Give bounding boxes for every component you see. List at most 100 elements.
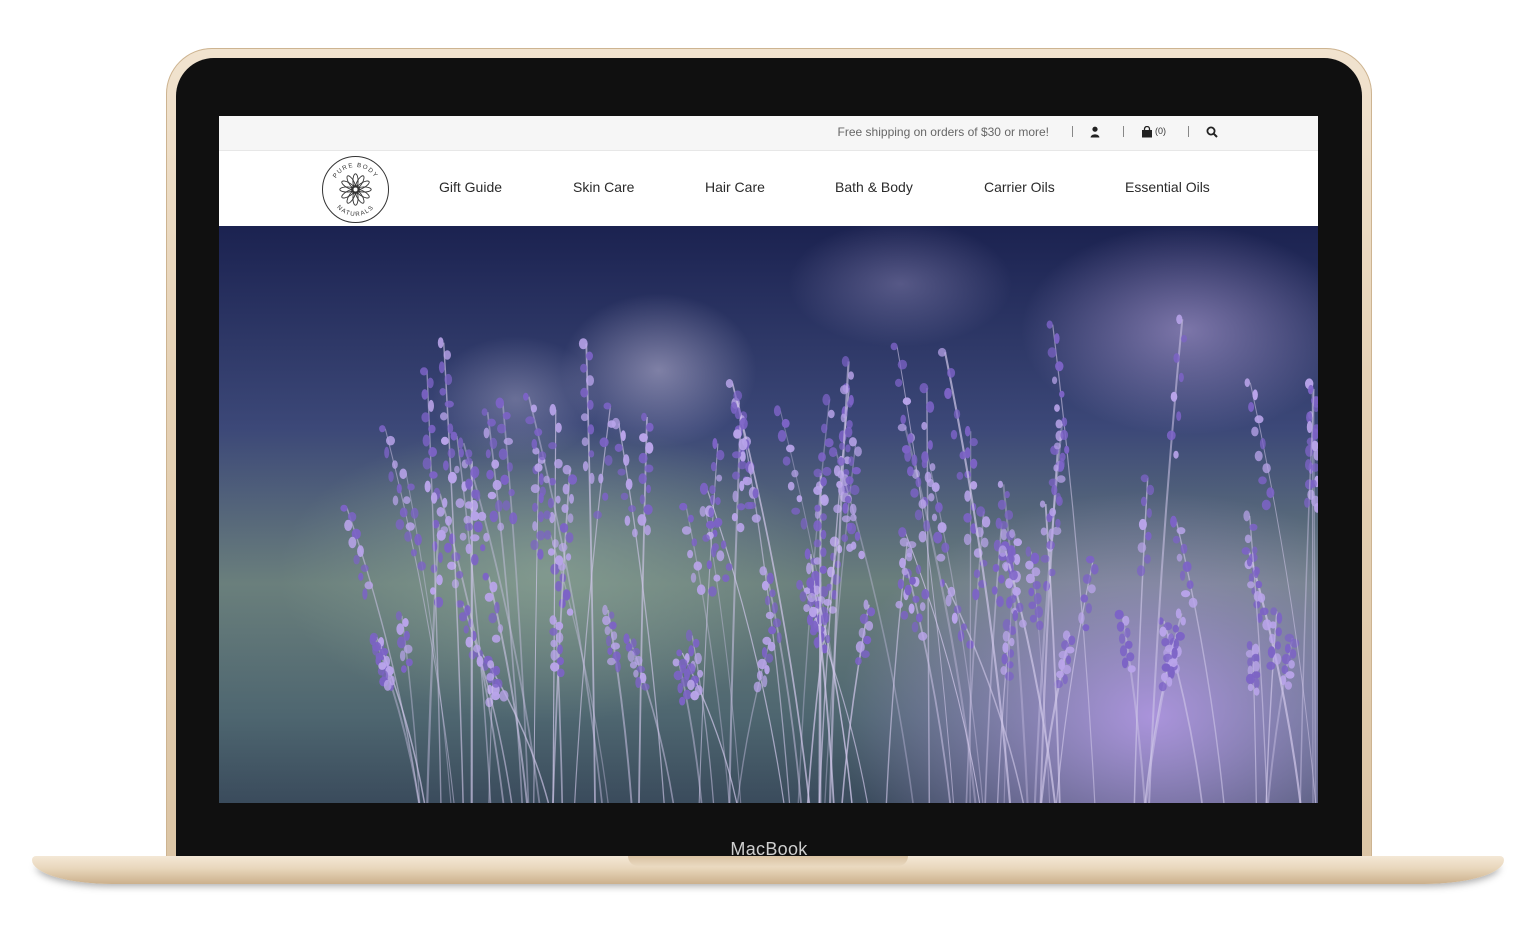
lavender-bud: [523, 392, 529, 401]
lavender-bud: [1161, 672, 1168, 682]
lavender-bud: [580, 413, 589, 422]
lavender-bud: [399, 507, 408, 518]
lavender-bud: [828, 447, 838, 458]
lavender-bud: [1029, 614, 1037, 623]
lavender-bud: [637, 514, 647, 526]
lavender-bud: [1180, 616, 1186, 626]
lavender-bud: [927, 440, 933, 450]
lavender-bud: [1241, 547, 1251, 555]
nav-skin-care[interactable]: Skin Care: [573, 179, 634, 195]
brand-logo[interactable]: PURE BODY NATURALS: [321, 155, 390, 224]
lavender-bud: [688, 645, 695, 657]
lavender-bud: [470, 534, 480, 542]
lavender-bud: [909, 576, 916, 585]
lavender-bud: [457, 437, 464, 449]
lavender-bud: [963, 513, 972, 523]
lavender-bud: [810, 620, 819, 633]
lavender-bud: [531, 438, 538, 450]
lavender-bud: [1252, 660, 1260, 672]
nav-essential-oils[interactable]: Essential Oils: [1125, 179, 1210, 195]
lavender-bud: [796, 495, 803, 503]
lavender-bud: [587, 424, 595, 435]
lavender-bud: [1116, 621, 1125, 632]
lavender-bud: [898, 527, 907, 538]
nav-bath-body[interactable]: Bath & Body: [835, 179, 913, 195]
lavender-bud: [1013, 553, 1021, 566]
lavender-bud: [395, 519, 405, 530]
lavender-bud: [455, 498, 465, 509]
lavender-bud: [549, 627, 558, 636]
search-icon[interactable]: [1206, 125, 1218, 139]
lavender-bud: [858, 550, 865, 560]
lavender-bud: [897, 423, 907, 432]
lavender-bud: [1269, 633, 1276, 644]
lavender-bud: [358, 572, 364, 581]
lavender-bud: [737, 503, 746, 511]
user-icon[interactable]: [1090, 125, 1100, 139]
lavender-bud: [820, 529, 827, 540]
lavender-bud: [970, 481, 978, 490]
lavender-bud: [1124, 627, 1131, 638]
lavender-bud: [586, 375, 594, 386]
lavender-bud: [599, 437, 609, 448]
lavender-bud: [607, 657, 616, 666]
lavender-bud: [602, 492, 609, 501]
lavender-bud: [1173, 450, 1179, 459]
lavender-bud: [945, 594, 952, 607]
lavender-bud: [720, 540, 727, 549]
nav-gift-guide[interactable]: Gift Guide: [439, 179, 502, 195]
lavender-bud: [725, 563, 733, 571]
lavender-bud: [403, 644, 413, 654]
lavender-bud: [443, 350, 451, 360]
lavender-bud: [928, 493, 935, 502]
lavender-bud: [1004, 671, 1014, 681]
lavender-bud: [1025, 546, 1032, 557]
lavender-bud: [625, 478, 633, 490]
lavender-bud: [470, 466, 480, 479]
lavender-bud: [854, 446, 862, 457]
lavender-bud: [991, 586, 998, 595]
lavender-bud: [1288, 660, 1295, 669]
lavender-bud: [497, 522, 505, 531]
lavender-bud: [639, 433, 648, 443]
lavender-bud: [537, 511, 544, 523]
lavender-bud: [483, 427, 490, 439]
nav-hair-care[interactable]: Hair Care: [705, 179, 765, 195]
nav-carrier-oils[interactable]: Carrier Oils: [984, 179, 1055, 195]
lavender-bud: [919, 383, 929, 394]
cart-button[interactable]: (0): [1141, 125, 1181, 139]
lavender-bud: [936, 553, 946, 562]
lavender-bud: [614, 443, 623, 452]
lavender-bud: [976, 506, 986, 517]
lavender-bud: [897, 359, 908, 370]
lavender-bud: [486, 469, 494, 480]
lavender-bud: [996, 596, 1004, 608]
lavender-bud: [442, 497, 448, 508]
lavender-bud: [722, 574, 730, 582]
lavender-bud: [839, 442, 845, 450]
lavender-bud: [844, 426, 853, 438]
lavender-bud: [907, 466, 914, 477]
lavender-bud: [364, 581, 374, 590]
lavender-bud: [1172, 535, 1181, 544]
lavender-bud: [532, 521, 538, 532]
lavender-bud: [849, 503, 857, 515]
lavender-bud: [747, 501, 757, 510]
lavender-bud: [362, 588, 368, 600]
lavender-bud: [803, 604, 810, 613]
lavender-bud: [1178, 372, 1184, 383]
lavender-bud: [1118, 633, 1126, 644]
lavender-bud: [908, 603, 915, 614]
lavender-bud: [503, 437, 513, 445]
lavender-bud: [1012, 587, 1021, 596]
lavender-bud: [1285, 671, 1295, 679]
lavender-bud: [1244, 378, 1251, 387]
lavender-bud: [912, 595, 920, 603]
lavender-bud: [813, 468, 822, 478]
lavender-bud: [800, 518, 808, 530]
lavender-bud: [588, 450, 595, 458]
lavender-bud: [557, 644, 563, 655]
lavender-bud: [1028, 587, 1035, 597]
lavender-bud: [567, 474, 578, 485]
hero-image: [219, 226, 1318, 803]
